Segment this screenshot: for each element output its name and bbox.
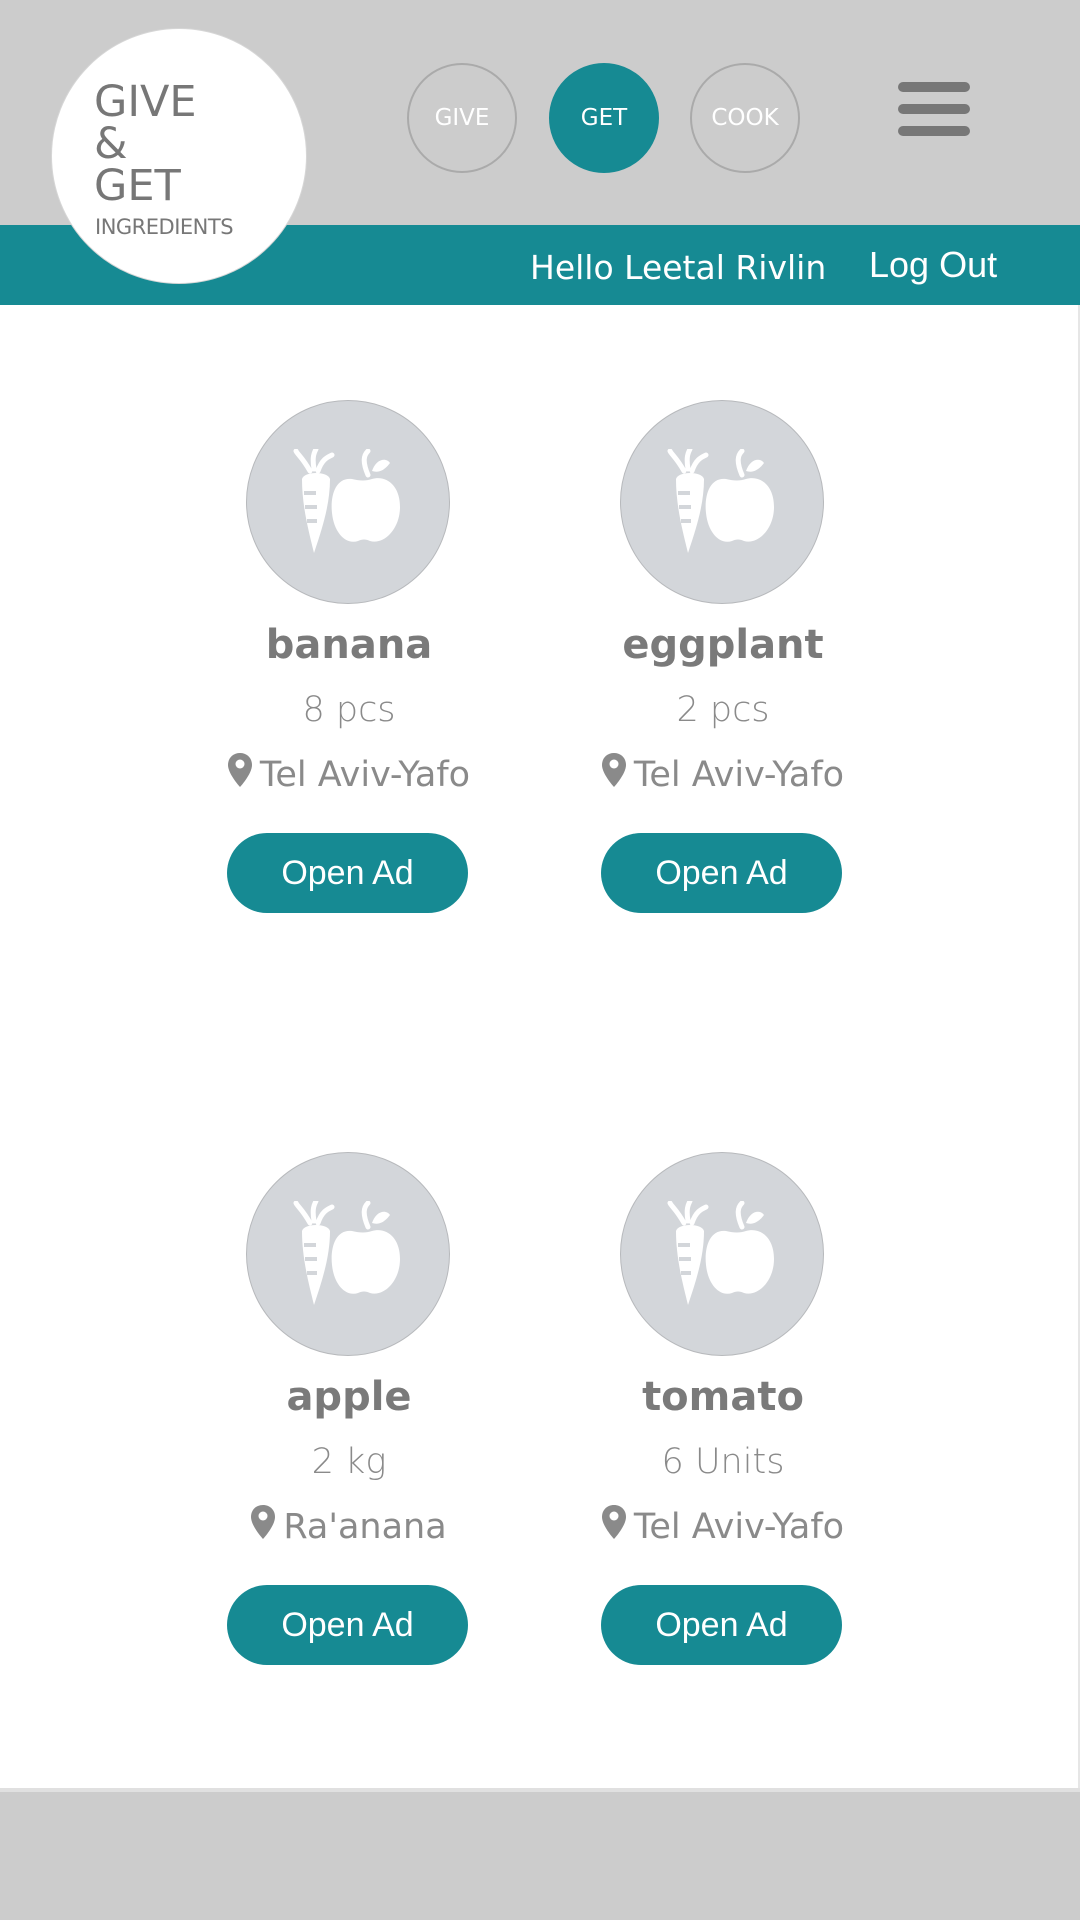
logo-text-ingredients: INGREDIENTS bbox=[95, 215, 234, 239]
menu-bar bbox=[898, 126, 970, 136]
listing-location: Tel Aviv-Yafo bbox=[573, 752, 873, 798]
produce-icon bbox=[667, 449, 774, 553]
listing-image bbox=[246, 400, 450, 604]
open-ad-button[interactable]: Open Ad bbox=[227, 1585, 468, 1665]
logo-text-give: GIVE bbox=[94, 77, 197, 127]
location-pin-icon bbox=[251, 1505, 276, 1539]
listing-card: eggplant 2 pcs Tel Aviv-Yafo Open Ad bbox=[573, 400, 873, 930]
logo-text-get: GET bbox=[94, 161, 181, 211]
listing-location: Ra'anana bbox=[199, 1504, 499, 1550]
open-ad-button[interactable]: Open Ad bbox=[601, 833, 842, 913]
listing-card: tomato 6 Units Tel Aviv-Yafo Open Ad bbox=[573, 1152, 873, 1682]
listing-quantity: 2 pcs bbox=[676, 690, 770, 730]
listing-image bbox=[246, 1152, 450, 1356]
listing-name: apple bbox=[286, 1374, 412, 1420]
listing-location-text: Ra'anana bbox=[283, 1507, 447, 1547]
hamburger-menu-icon[interactable] bbox=[898, 80, 972, 144]
listing-quantity: 2 kg bbox=[311, 1442, 387, 1482]
open-ad-button[interactable]: Open Ad bbox=[227, 833, 468, 913]
listing-image bbox=[620, 1152, 824, 1356]
listing-location-text: Tel Aviv-Yafo bbox=[259, 755, 471, 795]
listing-card: apple 2 kg Ra'anana Open Ad bbox=[199, 1152, 499, 1682]
footer bbox=[0, 1792, 1080, 1920]
produce-icon bbox=[667, 1201, 774, 1305]
listing-quantity: 8 pcs bbox=[302, 690, 396, 730]
menu-bar bbox=[898, 104, 970, 114]
listing-location-text: Tel Aviv-Yafo bbox=[633, 755, 845, 795]
produce-icon bbox=[293, 449, 400, 553]
logo-text-ampersand: & bbox=[94, 119, 128, 169]
nav-cook-button[interactable]: COOK bbox=[690, 63, 800, 173]
location-pin-icon bbox=[601, 1505, 626, 1539]
listing-location: Tel Aviv-Yafo bbox=[573, 1504, 873, 1550]
listing-quantity: 6 Units bbox=[661, 1442, 785, 1482]
nav-get-button[interactable]: GET bbox=[549, 63, 659, 173]
nav-give-button[interactable]: GIVE bbox=[407, 63, 517, 173]
listing-card: banana 8 pcs Tel Aviv-Yafo Open Ad bbox=[199, 400, 499, 930]
menu-bar bbox=[898, 82, 970, 92]
listing-location: Tel Aviv-Yafo bbox=[199, 752, 499, 798]
location-pin-icon bbox=[227, 753, 252, 787]
page: GIVE & GET INGREDIENTS GIVE GET COOK Hel… bbox=[0, 0, 1080, 1920]
produce-icon bbox=[293, 1201, 400, 1305]
app-logo[interactable]: GIVE & GET INGREDIENTS bbox=[51, 28, 307, 284]
logout-link[interactable]: Log Out bbox=[869, 244, 997, 286]
listing-name: banana bbox=[265, 622, 433, 668]
listing-location-text: Tel Aviv-Yafo bbox=[633, 1507, 845, 1547]
listing-name: eggplant bbox=[622, 622, 824, 668]
location-pin-icon bbox=[601, 753, 626, 787]
user-greeting: Hello Leetal Rivlin bbox=[530, 248, 827, 287]
open-ad-button[interactable]: Open Ad bbox=[601, 1585, 842, 1665]
listing-name: tomato bbox=[642, 1374, 804, 1420]
listing-image bbox=[620, 400, 824, 604]
